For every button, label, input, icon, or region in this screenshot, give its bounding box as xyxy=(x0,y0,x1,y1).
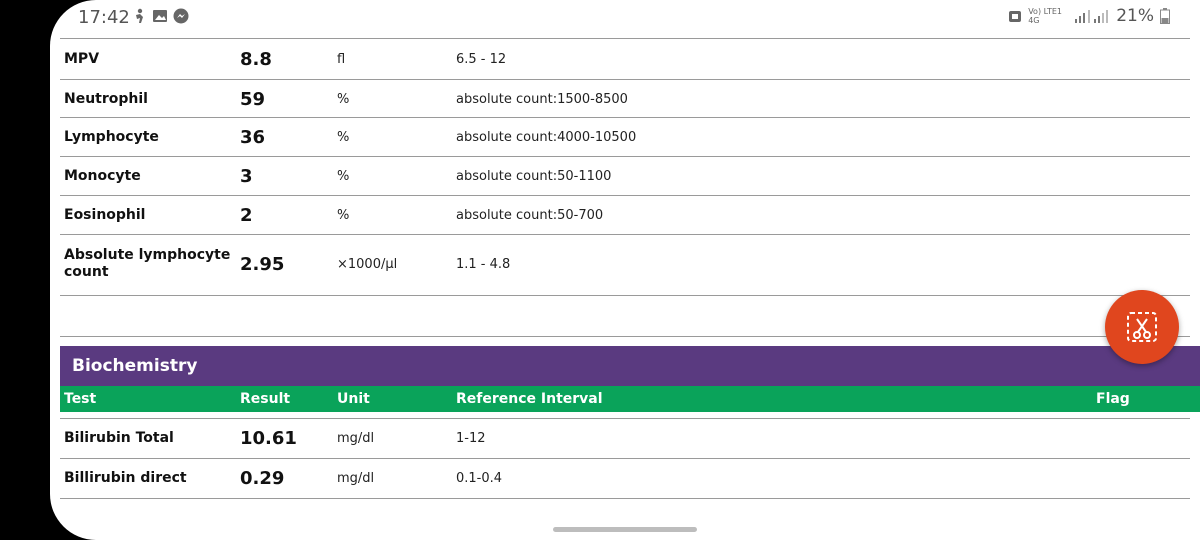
test-name: Neutrophil xyxy=(64,90,148,107)
gesture-home-bar[interactable] xyxy=(553,527,697,532)
test-name: Monocyte xyxy=(64,167,141,184)
test-reference: 0.1-0.4 xyxy=(456,470,503,486)
test-unit: mg/dl xyxy=(337,430,375,446)
test-result: 36 xyxy=(240,126,266,148)
test-unit: fl xyxy=(337,51,346,67)
test-name: Eosinophil xyxy=(64,206,146,223)
test-result: 3 xyxy=(240,165,253,187)
person-icon xyxy=(136,8,143,23)
test-result: 59 xyxy=(240,88,266,110)
screenshot-scissors-icon xyxy=(1127,312,1157,342)
test-name: Bilirubin Total xyxy=(64,429,174,446)
table-row: Eosinophil 2 % absolute count:50-700 xyxy=(64,196,1186,234)
section-title: Biochemistry xyxy=(60,346,1200,386)
test-name: Absolute lymphocyte count xyxy=(64,247,231,280)
table-row: Billirubin direct 0.29 mg/dl 0.1-0.4 xyxy=(64,459,1186,497)
test-unit: % xyxy=(337,207,350,223)
test-reference: 6.5 - 12 xyxy=(456,51,507,67)
test-reference: absolute count:50-1100 xyxy=(456,168,612,184)
test-name: Lymphocyte xyxy=(64,128,159,145)
messenger-icon xyxy=(173,8,189,24)
network-label: Vo) LTE1 4G xyxy=(1028,7,1062,25)
test-unit: % xyxy=(337,129,350,145)
test-unit: mg/dl xyxy=(337,470,375,486)
test-result: 10.61 xyxy=(240,427,297,449)
test-result: 2 xyxy=(240,204,253,226)
test-result: 0.29 xyxy=(240,467,285,489)
header-test: Test xyxy=(64,391,97,407)
divider xyxy=(60,38,1190,39)
table-header: Test Result Unit Reference Interval Flag xyxy=(60,386,1200,412)
divider xyxy=(60,498,1190,499)
test-unit: ×1000/µl xyxy=(337,256,398,272)
battery-percent: 21% xyxy=(1116,6,1154,26)
table-row: MPV 8.8 fl 6.5 - 12 xyxy=(64,40,1186,78)
test-name: Billirubin direct xyxy=(64,469,187,486)
test-result: 2.95 xyxy=(240,253,285,275)
test-unit: % xyxy=(337,168,350,184)
divider xyxy=(60,234,1190,235)
test-result: 8.8 xyxy=(240,48,272,70)
divider xyxy=(60,295,1190,296)
table-row: Absolute lymphocyte count 2.95 ×1000/µl … xyxy=(64,238,1186,290)
test-unit: % xyxy=(337,91,350,107)
table-row: Lymphocyte 36 % absolute count:4000-1050… xyxy=(64,118,1186,156)
test-reference: 1.1 - 4.8 xyxy=(456,256,511,272)
header-unit: Unit xyxy=(337,391,370,407)
header-reference: Reference Interval xyxy=(456,391,603,407)
screenshot-button[interactable] xyxy=(1105,290,1179,364)
status-time: 17:42 xyxy=(78,7,130,28)
test-reference: absolute count:50-700 xyxy=(456,207,604,223)
alarm-lock-icon xyxy=(1009,11,1022,22)
status-bar: 17:42 Vo) LTE1 4G 21% xyxy=(50,0,1200,34)
table-row: Neutrophil 59 % absolute count:1500-8500 xyxy=(64,80,1186,118)
test-reference: absolute count:1500-8500 xyxy=(456,91,628,107)
test-name: MPV xyxy=(64,50,100,67)
signal-icon xyxy=(1075,10,1109,23)
test-reference: absolute count:4000-10500 xyxy=(456,129,637,145)
battery-icon xyxy=(1160,8,1170,24)
divider xyxy=(60,336,1190,337)
gallery-icon xyxy=(153,10,167,22)
header-flag: Flag xyxy=(1096,391,1130,407)
table-row: Monocyte 3 % absolute count:50-1100 xyxy=(64,157,1186,195)
status-right: Vo) LTE1 4G 21% xyxy=(1008,6,1170,26)
test-reference: 1-12 xyxy=(456,430,486,446)
header-result: Result xyxy=(240,391,291,407)
table-row: Bilirubin Total 10.61 mg/dl 1-12 xyxy=(64,419,1186,457)
phone-screen: 17:42 Vo) LTE1 4G 21% MPV 8.8 fl 6.5 - 1… xyxy=(50,0,1200,540)
